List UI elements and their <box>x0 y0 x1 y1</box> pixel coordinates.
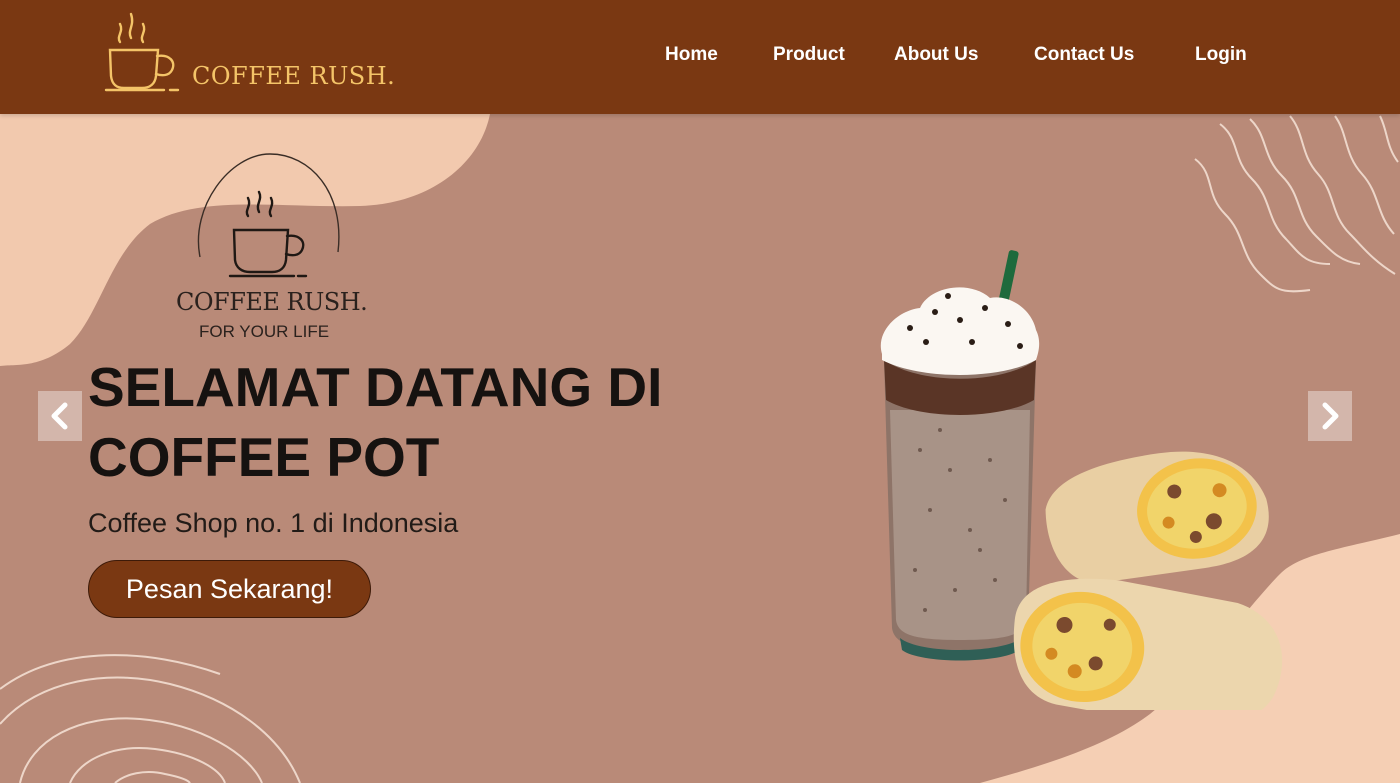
headline-line-1: SELAMAT DATANG DI <box>88 356 663 418</box>
hero-headline: SELAMAT DATANG DI COFFEE POT <box>88 352 788 492</box>
frappe-and-burrito-image <box>880 250 1283 710</box>
carousel-next-button[interactable] <box>1308 391 1352 441</box>
top-navigation-bar: COFFEE RUSH. Home Product About Us Conta… <box>0 0 1400 114</box>
hero-carousel-slide: COFFEE RUSH. FOR YOUR LIFE SELAMAT DATAN… <box>0 114 1400 783</box>
hero-brand-name: COFFEE RUSH. <box>176 288 368 316</box>
nav-product[interactable]: Product <box>773 42 845 68</box>
headline-line-2: COFFEE POT <box>88 426 440 488</box>
nav-home[interactable]: Home <box>665 42 718 68</box>
nav-contact-us[interactable]: Contact Us <box>1034 42 1134 68</box>
order-now-button[interactable]: Pesan Sekarang! <box>88 560 371 618</box>
carousel-prev-button[interactable] <box>38 391 82 441</box>
main-nav: Home Product About Us Contact Us Login <box>0 42 1400 68</box>
nav-login[interactable]: Login <box>1195 42 1247 68</box>
chevron-left-icon <box>51 402 68 430</box>
hero-subtitle: Coffee Shop no. 1 di Indonesia <box>88 508 459 538</box>
nav-about-us[interactable]: About Us <box>894 42 978 68</box>
hero-tagline: FOR YOUR LIFE <box>199 322 330 341</box>
chevron-right-icon <box>1322 402 1339 430</box>
